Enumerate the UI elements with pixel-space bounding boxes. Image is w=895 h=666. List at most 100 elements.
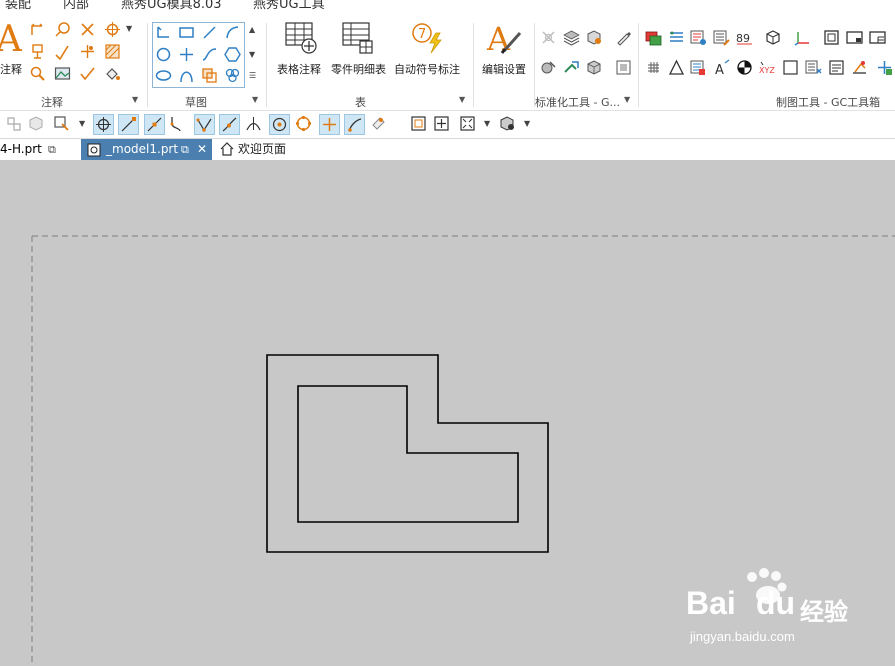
gc-border-icon[interactable] [846,29,863,46]
dimension-icon[interactable] [29,21,46,38]
gallery-scroll-down-icon[interactable]: ▼ [249,50,255,59]
std-pen-icon[interactable] [615,29,632,46]
snap-arc-center-icon[interactable] [269,114,290,135]
gc-tool-5-icon[interactable]: 89 [736,29,753,46]
tab-undock-icon[interactable]: ⧉ [181,139,189,160]
paint-bucket-icon[interactable] [104,65,121,82]
sketch-arc-icon[interactable] [224,24,241,41]
centermark-icon[interactable] [104,21,121,38]
cross-mark-icon[interactable] [79,21,96,38]
target-point-icon[interactable] [79,43,96,60]
sketch-profile-icon[interactable] [155,24,172,41]
drawing-doc-icon [87,143,101,157]
view-dropdown-icon[interactable]: ▼ [484,119,490,128]
gc-table-edit-icon[interactable] [690,59,707,76]
menu-internal[interactable]: 内部 [63,0,89,12]
gc-grid-icon[interactable] [645,59,662,76]
sketch-point-icon[interactable] [178,46,195,63]
zoom-view-icon[interactable] [29,65,46,82]
std-cube-settings-icon[interactable] [586,29,603,46]
sketch-conic-icon[interactable] [178,67,195,84]
image-icon[interactable] [54,65,71,82]
tab-undock-icon[interactable]: ⧉ [48,139,56,160]
gc-more-icon[interactable] [876,59,893,76]
snap-endpoint-icon[interactable] [118,114,139,135]
menu-yanxiu-tools[interactable]: 燕秀UG工具 [253,0,325,12]
snap-intersection-icon[interactable] [194,114,215,135]
std-tool-6-icon[interactable] [563,59,580,76]
gc-tool-3-icon[interactable] [690,29,707,46]
gc-tool-1-icon[interactable] [645,29,662,46]
gc-note-icon[interactable] [828,59,845,76]
check-symbol-icon[interactable] [79,65,96,82]
tab-welcome[interactable]: 欢迎页面 [215,139,305,160]
sketch-pattern-icon[interactable] [224,67,241,84]
gc-xyz-icon[interactable]: XYZ [759,59,776,76]
annotation-group-dropdown-icon[interactable]: ▼ [132,95,138,104]
render-style-dropdown-icon[interactable]: ▼ [524,119,530,128]
tab-model1-prt[interactable]: _model1.prt ⧉ ✕ [81,139,212,160]
gc-tool-6-icon[interactable] [765,29,782,46]
sketch-circle-icon[interactable] [155,46,172,63]
view-pan-icon[interactable] [432,114,453,135]
gc-list-icon[interactable] [805,59,822,76]
assembly-filter-icon[interactable] [4,114,25,135]
sketch-offset-icon[interactable] [201,67,218,84]
std-layers-icon[interactable] [563,29,580,46]
tab-4-h-prt[interactable]: 4-H.prt ⧉ [0,139,80,160]
snap-bounded-grid-icon[interactable] [369,114,390,135]
balloon-icon[interactable] [54,21,71,38]
view-drawing-sheet-icon[interactable] [409,114,430,135]
gc-tool-4-icon[interactable] [713,29,730,46]
snap-quadrant-icon[interactable] [294,114,315,135]
tab-close-icon[interactable]: ✕ [197,139,207,160]
gc-axis-icon[interactable] [794,29,811,46]
view-fit-icon[interactable] [458,114,479,135]
annotation-more-dropdown-icon[interactable]: ▼ [126,24,132,33]
sketch-polygon-icon[interactable] [224,46,241,63]
gallery-expand-icon[interactable]: ☰ [249,71,256,80]
datum-feature-icon[interactable] [29,43,46,60]
edit-settings-button[interactable]: A 编辑设置 [480,21,530,81]
snap-tangent-icon[interactable] [244,114,265,135]
annotation-big-button[interactable]: A 注释 [0,19,23,81]
sketch-line-icon[interactable] [201,24,218,41]
sketch-rectangle-icon[interactable] [178,24,195,41]
std-tool-8-icon[interactable] [615,59,632,76]
gallery-scroll-up-icon[interactable]: ▲ [249,25,255,34]
selection-scope-dropdown-icon[interactable]: ▼ [79,119,85,128]
inner-profile[interactable] [297,385,519,523]
auto-balloon-button[interactable]: 7 自动符号标注 [393,21,465,81]
snap-inferred-icon[interactable] [93,114,114,135]
render-style-icon[interactable] [498,114,519,135]
sketch-ellipse-icon[interactable] [155,67,172,84]
sketch-group-dropdown-icon[interactable]: ▼ [252,95,258,104]
snap-existing-point-icon[interactable] [319,114,340,135]
gc-tool-2-icon[interactable] [668,29,685,46]
snap-control-point-icon[interactable] [168,114,189,135]
std-tools-dropdown-icon[interactable]: ▼ [624,95,630,104]
gc-weld-icon[interactable] [851,59,868,76]
menu-assembly[interactable]: 装配 [5,0,31,12]
menu-yanxiu-mold[interactable]: 燕秀UG模具8.03 [121,0,222,12]
gc-blank-icon[interactable] [782,59,799,76]
gc-text-a-icon[interactable]: A [713,59,730,76]
sketch-studio-spline-icon[interactable] [201,46,218,63]
table-group-dropdown-icon[interactable]: ▼ [459,95,465,104]
std-tool-1-icon[interactable] [540,29,557,46]
snap-point-on-surface-icon[interactable] [344,114,365,135]
selection-scope-icon[interactable] [52,114,73,135]
hatch-icon[interactable] [104,43,121,60]
std-tool-5-icon[interactable] [540,59,557,76]
gc-pie-icon[interactable] [736,59,753,76]
gc-title-block-icon[interactable] [869,29,886,46]
gc-triangle-icon[interactable] [668,59,685,76]
snap-point-on-curve-icon[interactable] [219,114,240,135]
table-note-button[interactable]: 表格注释 [277,21,327,81]
std-tool-7-icon[interactable] [586,59,603,76]
gc-frame-icon[interactable] [823,29,840,46]
parts-list-button[interactable]: 零件明细表 [330,21,388,81]
snap-midpoint-icon[interactable] [144,114,165,135]
surface-finish-icon[interactable] [54,43,71,60]
component-filter-icon[interactable] [27,114,48,135]
